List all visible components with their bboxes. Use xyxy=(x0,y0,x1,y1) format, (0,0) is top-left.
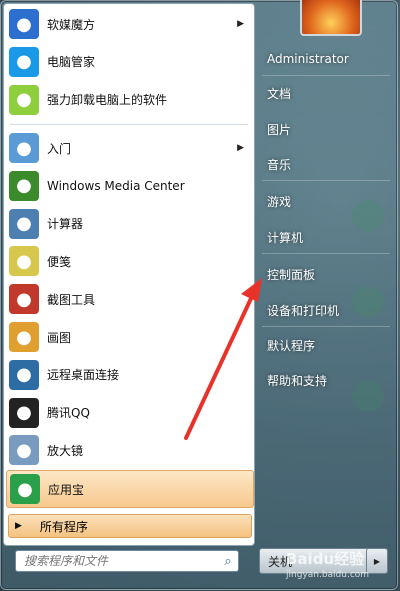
program-item-recent-5[interactable]: ● 画图 xyxy=(6,319,252,355)
scissors-icon: ● xyxy=(9,284,39,315)
program-item-pinned-2[interactable]: ● 强力卸载电脑上的软件 xyxy=(6,82,252,118)
places-separator xyxy=(262,253,390,254)
program-item-label: 便笺 xyxy=(47,254,72,269)
user-avatar[interactable] xyxy=(300,0,362,36)
program-item-recent-3[interactable]: ● 便笺 xyxy=(6,243,252,279)
media-center-icon: ● xyxy=(9,170,39,201)
program-item-recent-1[interactable]: ● Windows Media Center xyxy=(6,168,252,204)
program-item-label: 电脑管家 xyxy=(47,55,96,70)
watermark-logo: Baidu经验 xyxy=(286,550,365,568)
program-item-label: 腾讯QQ xyxy=(47,406,90,421)
calculator-icon: ● xyxy=(9,208,39,239)
watermark-url: jingyan.baidu.com xyxy=(286,570,370,580)
place-default-programs[interactable]: 默认程序 xyxy=(262,330,397,360)
place-control-panel[interactable]: 控制面板 xyxy=(262,259,397,289)
program-item-recent-8[interactable]: ● 放大镜 xyxy=(6,432,252,468)
triangle-right-icon: ▶ xyxy=(373,556,381,566)
rubik-cube-icon: ● xyxy=(9,9,39,39)
qq-penguin-icon: ● xyxy=(9,397,39,428)
program-item-label: 远程桌面连接 xyxy=(47,368,120,383)
pinned-separator xyxy=(10,124,248,125)
program-item-recent-0[interactable]: ● 入门 ▶ xyxy=(6,130,252,166)
places-separator xyxy=(262,180,390,181)
program-item-label: 强力卸载电脑上的软件 xyxy=(47,93,168,108)
program-item-label: 应用宝 xyxy=(48,482,85,497)
paint-palette-icon: ● xyxy=(9,322,39,352)
place-devices-and-printers[interactable]: 设备和打印机 xyxy=(262,295,397,325)
search-box[interactable]: ⌕ xyxy=(15,550,239,572)
program-item-label: 放大镜 xyxy=(47,443,84,458)
shield-icon: ● xyxy=(9,46,39,77)
program-item-label: 计算器 xyxy=(47,217,84,232)
programs-pane: ▶ 所有程序 ● 软媒魔方 ▶ ● 电脑管家 ● 强力卸载电脑上的软件 ● 入门 ▶ ● Window… xyxy=(3,3,255,546)
program-item-label: Windows Media Center xyxy=(47,178,185,193)
places-separator xyxy=(262,326,390,327)
flower-icon: ● xyxy=(9,84,39,115)
search-input[interactable] xyxy=(16,553,218,569)
program-item-recent-7[interactable]: ● 腾讯QQ xyxy=(6,395,252,431)
submenu-arrow-icon: ▶ xyxy=(237,143,244,153)
search-area: ⌕ xyxy=(3,544,253,580)
program-item-recent-9[interactable]: ● 应用宝 xyxy=(6,470,254,509)
submenu-arrow-icon: ▶ xyxy=(237,19,244,29)
place-pictures[interactable]: 图片 xyxy=(262,114,397,144)
app-store-icon: ● xyxy=(10,474,40,505)
places-separator xyxy=(262,75,390,76)
place-documents[interactable]: 文档 xyxy=(262,78,397,108)
program-item-label: 入门 xyxy=(47,141,72,156)
all-programs-button[interactable]: ▶ 所有程序 xyxy=(8,514,252,538)
program-item-recent-2[interactable]: ● 计算器 xyxy=(6,206,252,242)
program-item-label: 软媒魔方 xyxy=(47,17,96,32)
all-programs-label: 所有程序 xyxy=(39,519,88,534)
search-icon[interactable]: ⌕ xyxy=(218,554,238,569)
place-music[interactable]: 音乐 xyxy=(262,149,397,179)
place-user-folder[interactable]: Administrator xyxy=(262,44,397,74)
place-help-and-support[interactable]: 帮助和支持 xyxy=(262,365,397,395)
program-item-pinned-1[interactable]: ● 电脑管家 xyxy=(6,44,252,80)
triangle-right-icon: ▶ xyxy=(15,521,22,531)
program-item-label: 画图 xyxy=(47,330,72,345)
program-item-recent-6[interactable]: ● 远程桌面连接 xyxy=(6,357,252,393)
program-item-pinned-0[interactable]: ● 软媒魔方 ▶ xyxy=(6,6,252,42)
getting-started-icon: ● xyxy=(9,133,39,163)
sticky-notes-icon: ● xyxy=(9,246,39,277)
place-games[interactable]: 游戏 xyxy=(262,186,397,216)
shutdown-options-button[interactable]: ▶ xyxy=(366,548,388,574)
place-computer[interactable]: 计算机 xyxy=(262,222,397,252)
remote-desktop-icon: ● xyxy=(9,359,39,390)
program-item-label: 截图工具 xyxy=(47,292,96,307)
magnifier-icon: ● xyxy=(9,435,39,466)
program-item-recent-4[interactable]: ● 截图工具 xyxy=(6,281,252,317)
